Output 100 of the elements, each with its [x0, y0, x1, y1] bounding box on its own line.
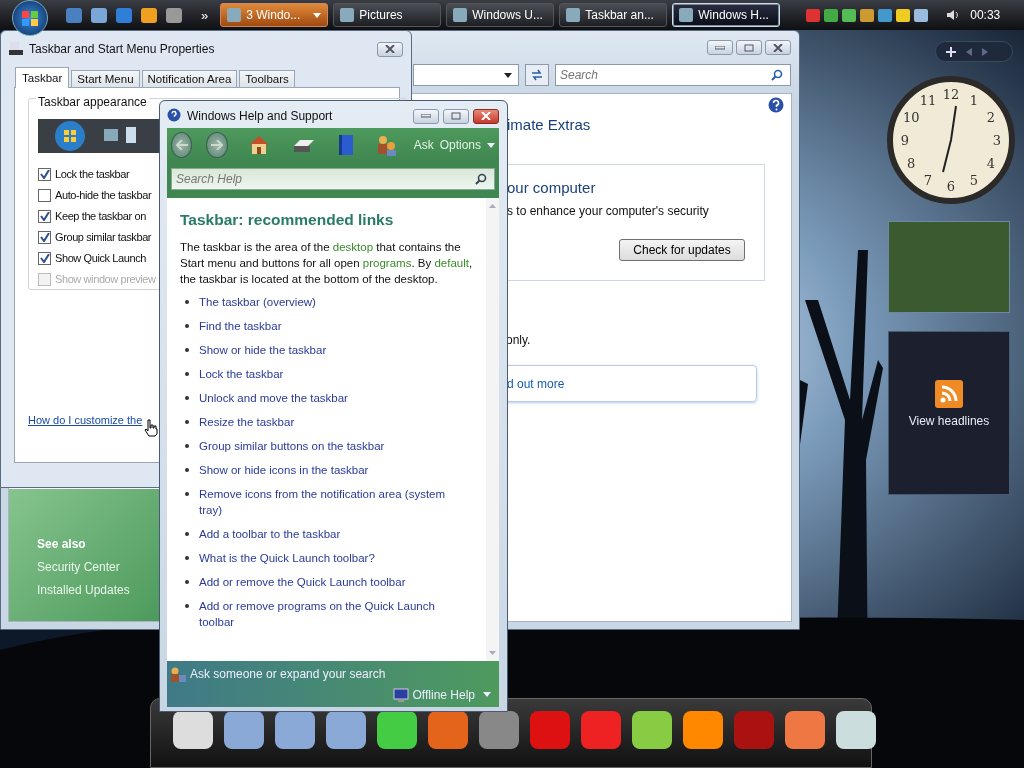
taskbar-button[interactable]: 3 Windo...: [220, 3, 329, 27]
help-topic-link[interactable]: Resize the taskbar: [199, 414, 295, 430]
tab[interactable]: Start Menu: [71, 70, 140, 87]
group-label: Taskbar appearance: [36, 95, 149, 109]
hand-cursor-icon: [144, 419, 158, 437]
article-paragraph: The taskbar is the area of the desktop that contains the Start menu and buttons for all open programs. By default, the taskbar is located at the bottom of the desktop.: [180, 240, 474, 287]
minimize-button[interactable]: [413, 108, 439, 124]
forward-arrow-icon: [210, 140, 223, 150]
check-updates-button[interactable]: Check for updates: [619, 239, 745, 261]
minimize-button[interactable]: [707, 40, 733, 55]
window-title: Taskbar and Start Menu Properties: [29, 42, 216, 56]
checkbox-label: Keep the taskbar on: [55, 210, 146, 222]
tab[interactable]: Toolbars: [239, 70, 295, 87]
dropdown-arrow-icon: [504, 72, 512, 78]
search-field[interactable]: Search Help: [171, 168, 495, 190]
clock-numeral: 4: [986, 155, 995, 171]
clock-numeral: 1: [969, 92, 979, 108]
checkbox[interactable]: [38, 251, 51, 265]
checkmark-icon: [39, 232, 50, 242]
next-icon[interactable]: [982, 47, 988, 56]
ask-someone-link[interactable]: Ask someone or expand your search: [190, 666, 386, 681]
feed-label[interactable]: View headlines: [908, 414, 990, 428]
checkbox[interactable]: [38, 209, 51, 223]
bullet-icon: [185, 532, 189, 536]
previous-icon[interactable]: [966, 47, 972, 56]
glossary-link[interactable]: default: [434, 257, 469, 269]
help-topic-link[interactable]: Show or hide icons in the taskbar: [199, 462, 369, 478]
taskbar-button[interactable]: Taskbar an...: [559, 3, 668, 27]
page-heading: imate Extras: [507, 116, 591, 133]
search-icon[interactable]: [475, 173, 487, 185]
checkbox[interactable]: [38, 230, 51, 244]
minimize-icon: [421, 114, 431, 118]
help-topic-link[interactable]: Find the taskbar: [199, 318, 282, 334]
help-link[interactable]: How do I customize the: [28, 414, 143, 426]
bullet-icon: [185, 604, 189, 608]
bullet-icon: [185, 324, 189, 328]
speaker-icon[interactable]: [946, 8, 961, 22]
see-also-heading: See also: [37, 537, 87, 551]
clock-numeral: 7: [923, 172, 933, 188]
tab[interactable]: Taskbar: [15, 67, 70, 88]
clock-numeral: 3: [992, 132, 1002, 148]
bullet-icon: [185, 556, 189, 560]
bullet-icon: [185, 580, 189, 584]
glossary-link[interactable]: desktop: [332, 241, 374, 253]
taskbar-button[interactable]: Pictures: [333, 3, 442, 27]
forward-button[interactable]: [206, 132, 228, 158]
search-icon[interactable]: [771, 69, 783, 81]
start-button[interactable]: [12, 0, 48, 36]
help-topic-link[interactable]: Add or remove the Quick Launch toolbar: [199, 574, 406, 590]
clock-numeral: 8: [907, 155, 916, 171]
close-button[interactable]: [473, 108, 499, 124]
checkmark-icon: [39, 211, 50, 221]
search-field[interactable]: Search: [555, 64, 791, 86]
help-topic-link[interactable]: Lock the taskbar: [199, 366, 284, 382]
bullet-icon: [185, 492, 189, 496]
checkbox[interactable]: [38, 188, 51, 202]
help-topic-link[interactable]: Add or remove programs on the Quick Launch toolbar: [199, 598, 455, 630]
back-arrow-icon: [175, 140, 188, 150]
rss-icon[interactable]: [935, 380, 963, 408]
checkmark-icon: [39, 253, 50, 263]
help-topic-link[interactable]: Group similar buttons on the taskbar: [199, 438, 385, 454]
minimize-icon: [715, 45, 725, 50]
windows-logo-icon: [21, 9, 39, 27]
checkbox-label: Group similar taskbar: [55, 231, 152, 243]
window-title: Windows Help and Support: [187, 109, 334, 123]
book-icon[interactable]: [337, 134, 354, 156]
bullet-icon: [185, 348, 189, 352]
checkmark-icon: [39, 169, 50, 179]
overflow-button[interactable]: »: [201, 7, 209, 23]
bullet-icon: [185, 444, 189, 448]
taskbar-button[interactable]: Windows U...: [446, 3, 555, 27]
find-out-more-link[interactable]: d out more: [507, 377, 565, 391]
bullet-icon: [185, 300, 189, 304]
bullet-icon: [185, 396, 189, 400]
clock-numeral: 11: [919, 92, 937, 108]
checkbox-label: Show window preview: [55, 273, 156, 285]
checkbox-label: Auto-hide the taskbar: [55, 189, 152, 201]
checkbox[interactable]: [38, 167, 51, 181]
address-field[interactable]: [413, 64, 519, 86]
clock-numeral: 10: [902, 109, 920, 125]
taskbar-button[interactable]: Windows H...: [672, 3, 781, 27]
help-topic-link[interactable]: What is the Quick Launch toolbar?: [199, 550, 375, 566]
close-button[interactable]: [377, 41, 403, 57]
home-icon[interactable]: [247, 135, 270, 155]
add-gadget-icon[interactable]: [946, 46, 956, 57]
caret-icon[interactable]: [487, 142, 495, 148]
article-heading: Taskbar: recommended links: [180, 211, 395, 229]
panel-text: s to enhance your computer's security: [507, 204, 709, 218]
help-topic-link[interactable]: Add a toolbar to the taskbar: [199, 526, 341, 542]
help-topic-link[interactable]: The taskbar (overview): [199, 294, 316, 310]
back-button[interactable]: [171, 132, 193, 158]
tab[interactable]: Notification Area: [141, 70, 238, 87]
close-button[interactable]: [765, 40, 791, 55]
help-icon[interactable]: [768, 97, 784, 113]
help-topic-link[interactable]: Remove icons from the notification area (system tray): [199, 486, 455, 518]
refresh-button[interactable]: [525, 64, 549, 86]
clock-numeral: 12: [942, 86, 960, 102]
help-topic-link[interactable]: Show or hide the taskbar: [199, 342, 327, 358]
help-topic-link[interactable]: Unlock and move the taskbar: [199, 390, 348, 406]
close-icon: [385, 45, 395, 53]
